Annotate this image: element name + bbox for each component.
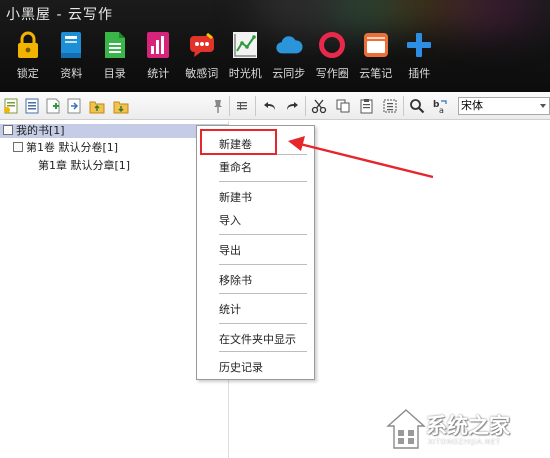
watermark-text: 系统之家 xyxy=(426,414,510,438)
annotation-arrow-icon xyxy=(288,136,434,179)
watermark-subtext: XITONGZHIJIA.NET xyxy=(428,438,501,446)
watermark-logo: 系统之家 XITONGZHIJIA.NET xyxy=(384,406,546,454)
house-logo-icon xyxy=(386,409,426,449)
